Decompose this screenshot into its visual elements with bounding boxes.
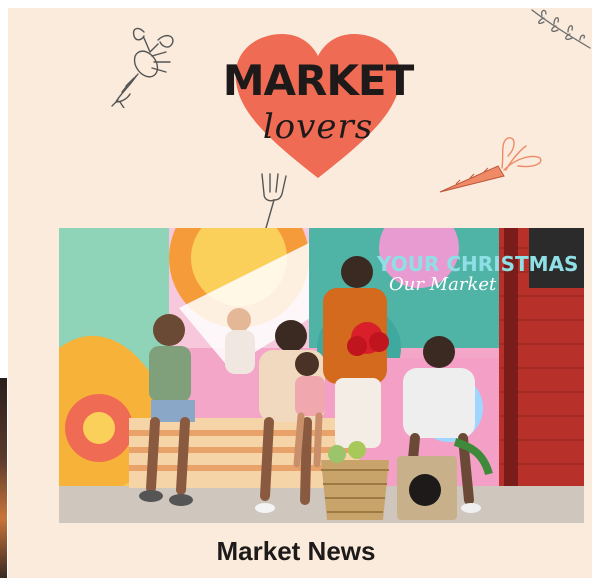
lobster-doodle-icon <box>111 27 174 108</box>
hero-subline: Our Market <box>389 274 497 295</box>
logo-subtitle: lovers <box>262 107 374 147</box>
carrot-doodle-icon <box>439 137 542 193</box>
herb-sprig-doodle-icon <box>531 9 591 49</box>
logo-title: MARKET <box>222 56 415 105</box>
newsletter-page: MARKET lovers YOUR CHRISTMAS Our Market … <box>0 0 592 578</box>
section-title: Market News <box>216 536 376 566</box>
market-lovers-logo[interactable]: MARKET lovers <box>212 30 424 180</box>
hero-image[interactable]: YOUR CHRISTMAS Our Market <box>59 228 584 523</box>
heart-icon <box>235 34 401 178</box>
hero-headline: YOUR CHRISTMAS <box>377 252 579 276</box>
